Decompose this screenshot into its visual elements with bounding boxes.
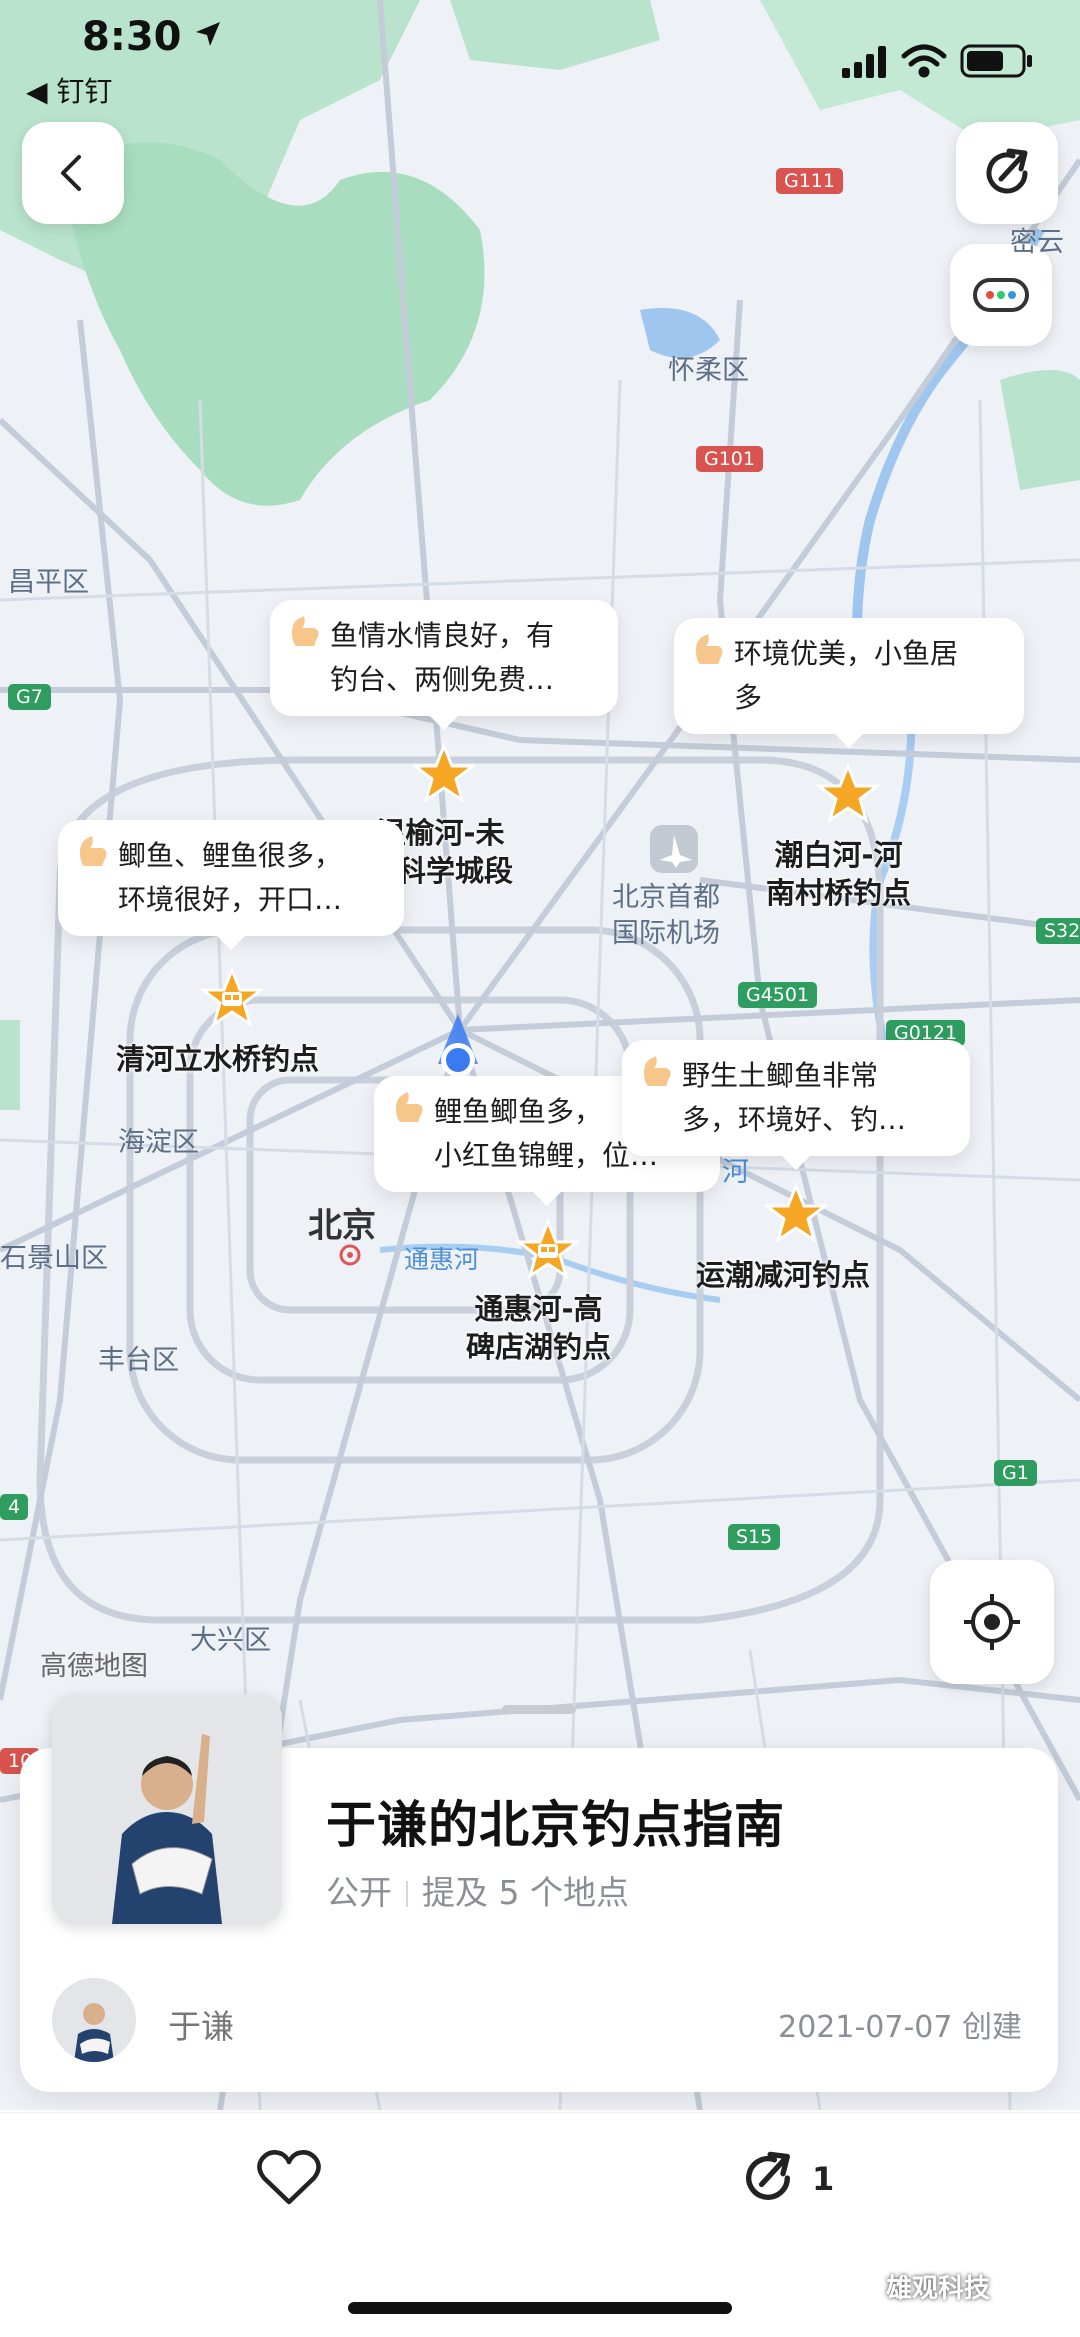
- road-shield-g1: G1: [994, 1460, 1037, 1486]
- spot-bubble-chaobai[interactable]: 环境优美，小鱼居 多: [674, 618, 1024, 748]
- status-bar: 8:30 ◀ 钉钉: [0, 0, 1080, 110]
- label-daxing: 大兴区: [190, 1625, 271, 1656]
- spot-comment: 鱼情水情良好，有 钓台、两侧免费…: [330, 619, 555, 696]
- spot-bubble-qinghe[interactable]: 鲫鱼、鲤鱼很多， 环境很好，开口…: [58, 820, 404, 950]
- home-indicator[interactable]: [348, 2302, 732, 2314]
- label-changping: 昌平区: [8, 567, 89, 598]
- crosshair-icon: [964, 1594, 1020, 1650]
- author-name[interactable]: 于谦: [168, 2000, 234, 2048]
- spot-bubble-wenyu[interactable]: 鱼情水情良好，有 钓台、两侧免费…: [270, 600, 618, 730]
- status-time: 8:30: [82, 14, 182, 60]
- label-fengtai: 丰台区: [98, 1345, 179, 1376]
- person-photo: [52, 1694, 282, 1924]
- spot-name: 潮白河-河 南村桥钓点: [766, 838, 912, 910]
- road-shield-g111: G111: [776, 168, 843, 194]
- map-copyright: 高德地图: [40, 1651, 148, 1682]
- label-miyun-partial: 密云: [1010, 227, 1064, 258]
- locate-me-button[interactable]: [930, 1560, 1054, 1684]
- back-button[interactable]: [22, 122, 124, 224]
- like-heart-icon[interactable]: [256, 2148, 322, 2208]
- share-icon: [986, 148, 1028, 194]
- wifi-icon: [901, 44, 947, 78]
- spot-comment: 鲫鱼、鲤鱼很多， 环境很好，开口…: [118, 839, 343, 916]
- road-shield-partial: 4: [0, 1494, 29, 1520]
- share-count: 1: [812, 2160, 835, 2198]
- created-date: 2021-07-07 创建: [778, 2010, 1022, 2045]
- road-shield-g101: G101: [696, 446, 763, 472]
- thumbs-up-icon: [396, 1092, 423, 1122]
- visibility-label: 公开: [326, 1873, 392, 1912]
- spot-name: 通惠河-高 碑店湖钓点: [466, 1292, 612, 1364]
- label-beijing: 北京: [308, 1206, 376, 1246]
- star-pin-icon[interactable]: [816, 762, 880, 826]
- label-huairou: 怀柔区: [668, 355, 749, 386]
- star-pin-icon[interactable]: [412, 742, 476, 806]
- location-arrow-icon: [196, 22, 220, 46]
- label-haidian: 海淀区: [118, 1127, 199, 1158]
- places-count: 提及 5 个地点: [422, 1873, 629, 1912]
- guide-cover-image: [52, 1694, 282, 1924]
- bus-pin-icon[interactable]: [516, 1218, 580, 1282]
- chevron-left-icon: [61, 155, 81, 191]
- road-shield-s15: S15: [728, 1524, 781, 1550]
- spot-comment: 野生土鲫鱼非常 多，环境好、钓…: [682, 1059, 907, 1136]
- signal-icon: [842, 46, 886, 78]
- bus-pin-icon[interactable]: [200, 966, 264, 1030]
- meta-divider: [406, 1881, 408, 1907]
- label-airport: 北京首都 国际机场: [612, 882, 720, 949]
- road-shield-g4501: G4501: [738, 982, 818, 1008]
- guide-meta: 公开 提及 5 个地点: [326, 1866, 629, 1914]
- watermark-text: 雄观科技: [886, 2274, 991, 2304]
- more-button[interactable]: [950, 244, 1052, 346]
- thumbs-up-icon: [644, 1056, 671, 1086]
- back-to-app-link[interactable]: ◀ 钉钉: [26, 70, 112, 110]
- spot-comment: 环境优美，小鱼居 多: [734, 637, 959, 714]
- more-dots-icon: [973, 278, 1029, 312]
- road-shield-s32: S32: [1036, 918, 1080, 944]
- guide-title: 于谦的北京钓点指南: [326, 1796, 785, 1854]
- spot-name: 运潮减河钓点: [696, 1258, 871, 1292]
- label-tonghui-river: 通惠河: [404, 1245, 480, 1274]
- author-photo: [52, 1978, 136, 2062]
- star-pin-icon[interactable]: [764, 1182, 828, 1246]
- system-status-icons: [842, 44, 1032, 78]
- author-avatar[interactable]: [52, 1978, 136, 2062]
- thumbs-up-icon: [696, 634, 723, 664]
- battery-icon: [960, 44, 1032, 78]
- spot-bubble-yunchao[interactable]: 野生土鲫鱼非常 多，环境好、钓…: [622, 1040, 970, 1170]
- spot-name: 清河立水桥钓点: [116, 1042, 320, 1076]
- user-location-icon: [438, 1014, 478, 1077]
- share-button[interactable]: [956, 122, 1058, 224]
- label-shijingshan: 石景山区: [0, 1243, 108, 1274]
- road-shield-g7: G7: [8, 684, 51, 710]
- drag-handle[interactable]: [502, 1705, 576, 1714]
- thumbs-up-icon: [80, 836, 107, 866]
- thumbs-up-icon: [292, 616, 319, 646]
- share-icon[interactable]: [738, 2148, 798, 2208]
